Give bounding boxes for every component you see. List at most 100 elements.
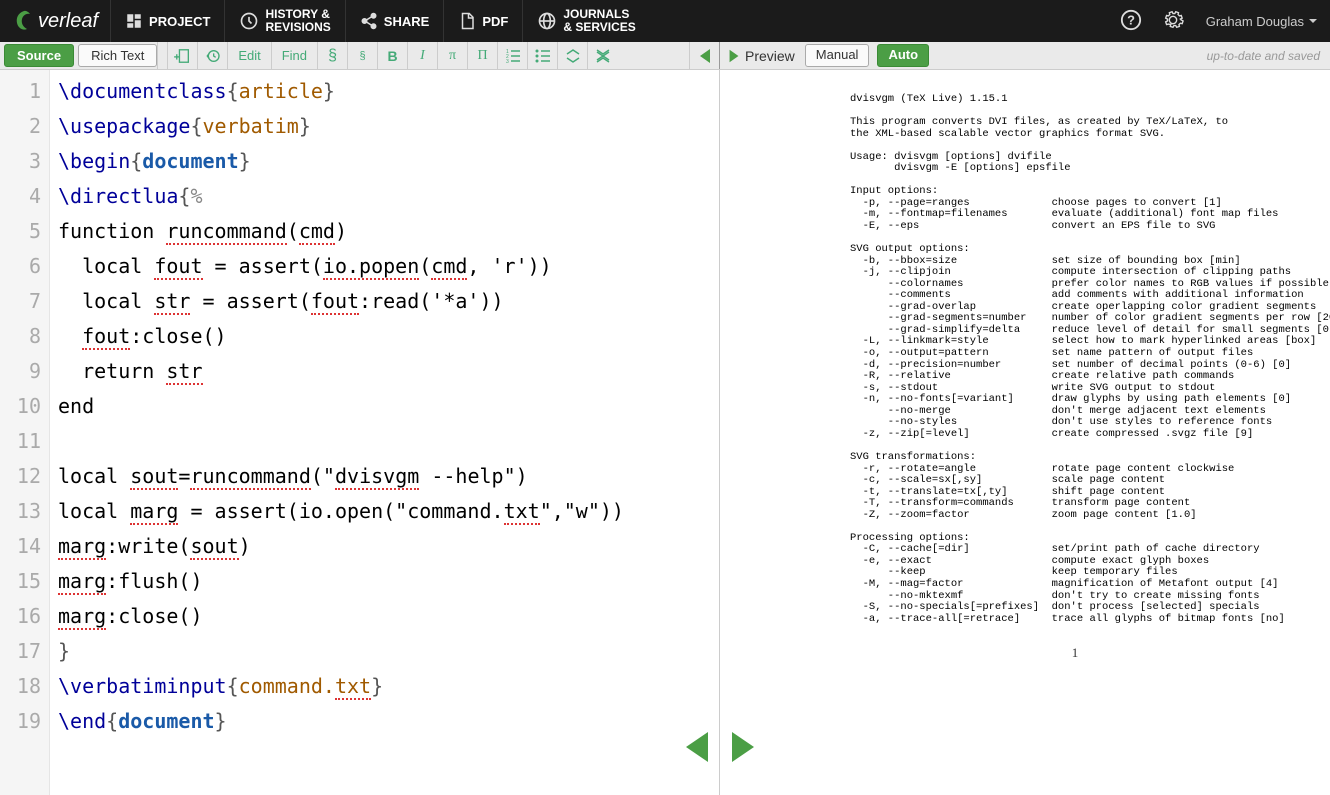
history-toolbar-button[interactable] (197, 42, 227, 69)
clock-icon (205, 48, 221, 64)
line-number: 4 (0, 179, 41, 214)
journals-button[interactable]: JOURNALS& SERVICES (522, 0, 649, 42)
expand-preview-button[interactable] (730, 730, 758, 764)
help-button[interactable]: ? (1110, 9, 1152, 34)
edit-menu[interactable]: Edit (227, 42, 270, 69)
help-icon: ? (1120, 9, 1142, 31)
bullet-list-button[interactable] (527, 42, 557, 69)
line-number: 14 (0, 529, 41, 564)
display-math-button[interactable]: Π (467, 42, 497, 69)
share-button[interactable]: SHARE (345, 0, 444, 42)
line-number: 2 (0, 109, 41, 144)
line-number: 1 (0, 74, 41, 109)
code-editor[interactable]: \documentclass{article}\usepackage{verba… (50, 70, 719, 795)
code-line[interactable]: marg:close() (58, 599, 711, 634)
line-number: 3 (0, 144, 41, 179)
line-number: 17 (0, 634, 41, 669)
save-status: up-to-date and saved (1197, 42, 1330, 69)
code-line[interactable]: \usepackage{verbatim} (58, 109, 711, 144)
line-number: 7 (0, 284, 41, 319)
code-line[interactable]: local fout = assert(io.popen(cmd, 'r')) (58, 249, 711, 284)
editor-toolbar: Source Rich Text Edit Find § § B I π Π 1… (0, 42, 720, 69)
code-line[interactable]: local sout=runcommand("dvisvgm --help") (58, 459, 711, 494)
code-line[interactable]: marg:write(sout) (58, 529, 711, 564)
line-number: 5 (0, 214, 41, 249)
collapse-editor-button[interactable] (689, 42, 719, 69)
pdf-icon (458, 12, 476, 30)
bullet-list-icon (535, 48, 551, 64)
manual-compile-button[interactable]: Manual (805, 44, 870, 67)
code-line[interactable]: local marg = assert(io.open("command.txt… (58, 494, 711, 529)
code-line[interactable]: function runcommand(cmd) (58, 214, 711, 249)
caret-down-icon (1308, 16, 1318, 26)
history-button[interactable]: HISTORY &REVISIONS (224, 0, 344, 42)
line-number: 12 (0, 459, 41, 494)
triangle-right-icon (726, 48, 742, 64)
main-header: verleaf PROJECT HISTORY &REVISIONS SHARE… (0, 0, 1330, 42)
line-number: 8 (0, 319, 41, 354)
preview-pane[interactable]: dvisvgm (TeX Live) 1.15.1 This program c… (720, 70, 1330, 795)
italic-button[interactable]: I (407, 42, 437, 69)
code-line[interactable]: \begin{document} (58, 144, 711, 179)
section-button[interactable]: § (317, 42, 347, 69)
find-menu[interactable]: Find (271, 42, 317, 69)
add-file-icon (174, 48, 192, 64)
code-line[interactable] (58, 424, 711, 459)
share-icon (360, 12, 378, 30)
add-file-button[interactable] (167, 42, 197, 69)
line-number: 15 (0, 564, 41, 599)
globe-icon (537, 11, 557, 31)
code-line[interactable]: fout:close() (58, 319, 711, 354)
editor-pane: 12345678910111213141516171819 \documentc… (0, 70, 720, 795)
bold-button[interactable]: B (377, 42, 407, 69)
preview-toolbar: Preview Manual Auto up-to-date and saved (720, 42, 1330, 69)
code-line[interactable]: return str (58, 354, 711, 389)
pdf-button[interactable]: PDF (443, 0, 522, 42)
code-line[interactable]: \directlua{% (58, 179, 711, 214)
settings-button[interactable] (1152, 9, 1194, 34)
line-gutter: 12345678910111213141516171819 (0, 70, 50, 795)
code-line[interactable]: } (58, 634, 711, 669)
logo[interactable]: verleaf (0, 9, 110, 33)
numbered-list-icon: 123 (505, 48, 521, 64)
project-icon (125, 12, 143, 30)
line-number: 16 (0, 599, 41, 634)
pdf-page-number: 1 (850, 645, 1300, 661)
line-number: 9 (0, 354, 41, 389)
logo-text: verleaf (38, 10, 98, 33)
line-number: 13 (0, 494, 41, 529)
history-icon (239, 11, 259, 31)
code-line[interactable]: marg:flush() (58, 564, 711, 599)
preview-button[interactable]: Preview (720, 42, 801, 69)
inline-math-button[interactable]: π (437, 42, 467, 69)
code-line[interactable]: end (58, 389, 711, 424)
collapse-button[interactable] (557, 42, 587, 69)
project-button[interactable]: PROJECT (110, 0, 224, 42)
triangle-left-icon (696, 47, 714, 65)
auto-compile-button[interactable]: Auto (877, 44, 929, 67)
numbered-list-button[interactable]: 123 (497, 42, 527, 69)
richtext-tab[interactable]: Rich Text (78, 44, 157, 67)
line-number: 18 (0, 669, 41, 704)
collapse-icon (565, 48, 581, 64)
code-line[interactable]: \documentclass{article} (58, 74, 711, 109)
svg-text:3: 3 (506, 59, 509, 64)
line-number: 10 (0, 389, 41, 424)
source-tab[interactable]: Source (4, 44, 74, 67)
code-line[interactable]: local str = assert(fout:read('*a')) (58, 284, 711, 319)
line-number: 19 (0, 704, 41, 739)
code-line[interactable]: \end{document} (58, 704, 711, 739)
expand-button[interactable] (587, 42, 617, 69)
subsection-button[interactable]: § (347, 42, 377, 69)
overleaf-logo-icon (12, 9, 36, 33)
pane-resize-arrows (682, 730, 758, 764)
expand-icon (595, 48, 611, 64)
code-line[interactable]: \verbatiminput{command.txt} (58, 669, 711, 704)
line-number: 6 (0, 249, 41, 284)
gear-icon (1162, 9, 1184, 31)
expand-editor-button[interactable] (682, 730, 710, 764)
toolbar: Source Rich Text Edit Find § § B I π Π 1… (0, 42, 1330, 70)
main-split: 12345678910111213141516171819 \documentc… (0, 70, 1330, 795)
user-menu[interactable]: Graham Douglas (1194, 14, 1330, 29)
pdf-content: dvisvgm (TeX Live) 1.15.1 This program c… (850, 94, 1300, 625)
